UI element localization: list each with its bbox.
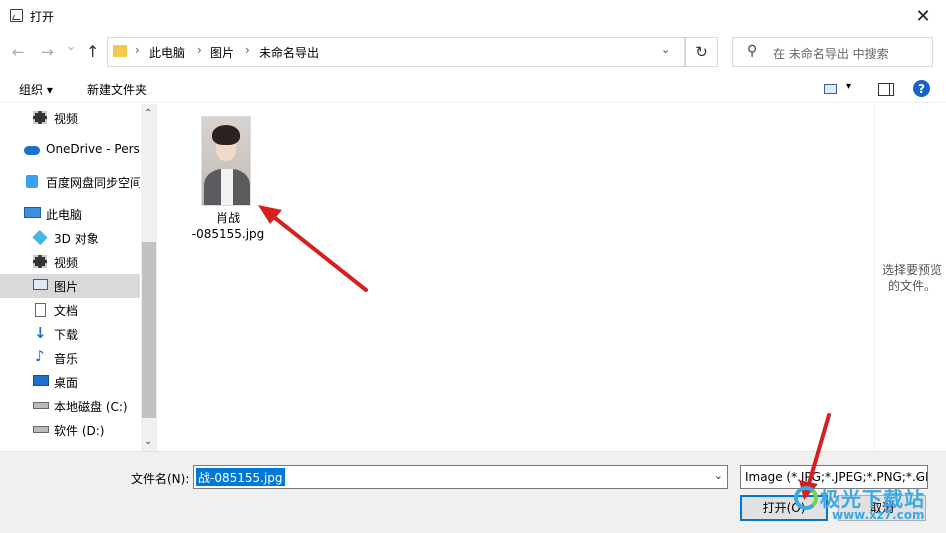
window-title: 打开	[30, 10, 55, 24]
sidebar-item-onedrive[interactable]: OneDrive - Perso	[0, 138, 140, 162]
computer-icon	[24, 207, 41, 218]
chevron-down-icon[interactable]: ⌄	[714, 469, 723, 482]
sidebar-item-documents[interactable]: 文档	[0, 298, 140, 322]
sidebar-item-label: 图片	[54, 280, 79, 294]
refresh-button[interactable]: ↻	[685, 37, 718, 67]
preview-pane: 选择要预览的文件。	[874, 104, 946, 451]
cube-icon	[32, 229, 48, 246]
sidebar-item-label: 视频	[54, 112, 79, 126]
film-icon	[33, 255, 47, 268]
help-icon[interactable]: ?	[913, 80, 930, 97]
sidebar-item-label: 文档	[54, 304, 79, 318]
search-icon: ⚲	[747, 43, 758, 59]
breadcrumb-unnamed-export[interactable]: 未命名导出	[259, 44, 319, 61]
preview-message: 选择要预览的文件。	[881, 263, 942, 293]
sidebar-item-this-pc[interactable]: 此电脑	[0, 202, 140, 226]
chevron-down-icon[interactable]: ⌄	[661, 43, 670, 56]
breadcrumb-pictures[interactable]: 图片	[210, 44, 234, 61]
close-button[interactable]: ✕	[900, 0, 946, 32]
file-item-label[interactable]: 肖战 -085155.jpg	[183, 210, 273, 242]
scrollbar-thumb[interactable]	[142, 242, 156, 418]
file-name-line-1: 肖战	[215, 211, 240, 225]
recent-locations-icon[interactable]: ⌄	[66, 39, 76, 53]
sidebar-item-label: 3D 对象	[54, 232, 99, 246]
cloud-icon	[24, 146, 40, 155]
thumbnail-shirt	[221, 169, 233, 205]
breadcrumb-separator: ›	[245, 43, 250, 57]
sidebar-item-label: 视频	[54, 256, 79, 270]
sidebar-item-drive-d[interactable]: 软件 (D:)	[0, 418, 140, 442]
chevron-down-icon[interactable]: ▾	[846, 81, 851, 92]
sidebar-item-label: 此电脑	[46, 208, 83, 222]
document-icon	[35, 303, 46, 317]
sidebar-item-baidu-sync[interactable]: 百度网盘同步空间	[0, 170, 140, 194]
filename-value: 战-085155.jpg	[196, 468, 285, 486]
scroll-up-icon[interactable]: ⌃	[144, 108, 152, 119]
app-icon	[10, 9, 23, 22]
sidebar-item-videos[interactable]: 视频	[0, 250, 140, 274]
view-options-icon[interactable]	[824, 84, 837, 94]
sidebar-item-videos[interactable]: 视频	[0, 106, 140, 130]
breadcrumb-separator: ›	[135, 43, 140, 57]
new-folder-button[interactable]: 新建文件夹	[87, 81, 147, 98]
forward-icon[interactable]: →	[41, 43, 54, 61]
sidebar-item-label: 下载	[54, 328, 79, 342]
organize-button[interactable]: 组织 ▾	[19, 81, 53, 98]
filename-label: 文件名(N):	[131, 472, 190, 486]
watermark-url: www.xz7.com	[832, 508, 925, 522]
drive-icon	[33, 402, 49, 409]
toolbar: 组织 ▾ 新建文件夹 ▾ ?	[0, 76, 946, 103]
download-icon: ↓	[34, 324, 47, 342]
sidebar-item-label: OneDrive - Perso	[46, 142, 140, 156]
folder-icon	[113, 45, 127, 57]
title-bar: 打开 ✕	[0, 0, 946, 32]
breadcrumb-this-pc[interactable]: 此电脑	[149, 44, 185, 61]
navigation-pane: 视频 OneDrive - Perso 百度网盘同步空间 此电脑 3D 对象 视…	[0, 104, 158, 451]
search-placeholder: 在 未命名导出 中搜索	[773, 47, 889, 61]
address-bar[interactable]: › 此电脑 › 图片 › 未命名导出 ⌄	[107, 37, 685, 67]
search-input[interactable]: ⚲ 在 未命名导出 中搜索	[732, 37, 933, 67]
up-icon[interactable]: ↑	[86, 42, 99, 61]
filename-field[interactable]: 战-085155.jpg ⌄	[193, 465, 728, 489]
watermark-logo-icon	[794, 486, 818, 510]
file-list: 肖战 -085155.jpg	[158, 104, 874, 451]
drive-icon	[33, 426, 49, 433]
sidebar-item-label: 音乐	[54, 352, 79, 366]
sidebar-item-label: 软件 (D:)	[54, 424, 105, 438]
breadcrumb-separator: ›	[197, 43, 202, 57]
sidebar-item-drive-c[interactable]: 本地磁盘 (C:)	[0, 394, 140, 418]
sidebar-item-downloads[interactable]: ↓ 下载	[0, 322, 140, 346]
file-name-line-2: -085155.jpg	[191, 227, 265, 241]
desktop-icon	[33, 375, 49, 386]
preview-pane-icon[interactable]	[878, 83, 894, 96]
sidebar-item-label: 桌面	[54, 376, 79, 390]
music-icon: ♪	[35, 347, 45, 365]
sidebar-item-desktop[interactable]: 桌面	[0, 370, 140, 394]
watermark: 极光下载站 www.xz7.com	[790, 478, 940, 530]
film-icon	[33, 111, 47, 124]
picture-icon	[33, 279, 48, 290]
scroll-down-icon[interactable]: ⌄	[144, 436, 152, 447]
back-icon[interactable]: ←	[12, 43, 25, 61]
sidebar-item-3d-objects[interactable]: 3D 对象	[0, 226, 140, 250]
sidebar-scrollbar[interactable]: ⌃ ⌄	[141, 104, 157, 451]
sidebar-item-pictures[interactable]: 图片	[0, 274, 140, 298]
thumbnail-hair	[212, 125, 240, 145]
sidebar-item-label: 百度网盘同步空间	[46, 176, 140, 190]
image-thumbnail[interactable]	[201, 116, 251, 206]
sidebar-item-label: 本地磁盘 (C:)	[54, 400, 128, 414]
sidebar-item-music[interactable]: ♪ 音乐	[0, 346, 140, 370]
baidu-cloud-icon	[26, 175, 38, 188]
